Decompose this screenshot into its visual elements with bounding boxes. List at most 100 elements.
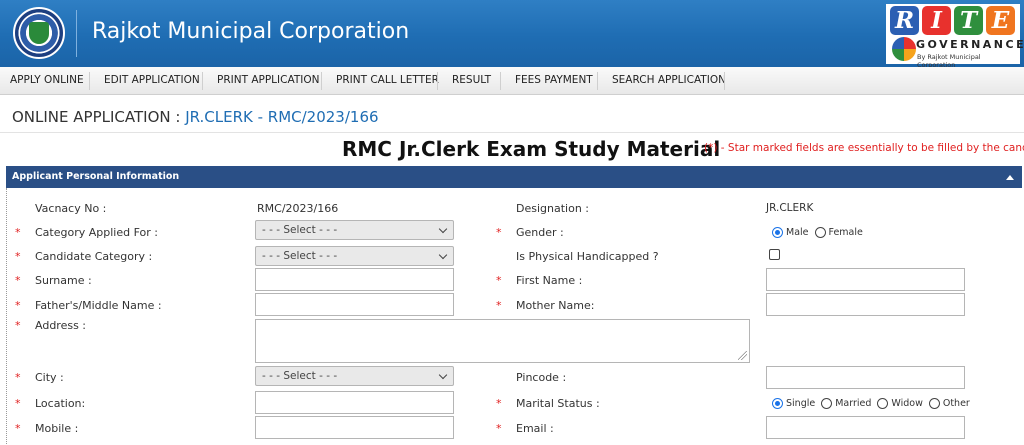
rmc-emblem-icon [13, 7, 65, 59]
nav-search-application[interactable]: SEARCH APPLICATION [612, 67, 726, 95]
city-value: - - - Select - - - [262, 370, 338, 382]
vacancy-label: Vacnacy No : [35, 202, 107, 215]
mobile-input[interactable] [255, 416, 454, 439]
personal-info-panel-header[interactable]: Applicant Personal Information [6, 166, 1022, 188]
address-label: Address : [35, 319, 87, 332]
rite-letter-e: E [986, 6, 1015, 35]
gender-female-radio[interactable] [814, 226, 826, 238]
nav-divider [321, 72, 322, 90]
chevron-down-icon [438, 250, 448, 260]
surname-input[interactable] [255, 268, 454, 291]
required-star: * [496, 274, 502, 287]
nav-divider [437, 72, 438, 90]
category-applied-label: Category Applied For : [35, 226, 158, 239]
rite-letters: R I T E [888, 6, 1018, 36]
email-input[interactable] [766, 416, 965, 439]
marital-widow-radio[interactable] [877, 397, 889, 409]
handicapped-checkbox[interactable] [769, 249, 780, 260]
mother-name-input[interactable] [766, 293, 965, 316]
required-star: * [15, 299, 21, 312]
category-applied-select[interactable]: - - - Select - - - [255, 220, 454, 240]
nav-result[interactable]: RESULT [452, 67, 491, 95]
first-name-label: First Name : [516, 274, 583, 287]
nav-divider [724, 72, 725, 90]
app-title: Rajkot Municipal Corporation [92, 19, 410, 44]
resize-grip-icon[interactable] [738, 351, 747, 360]
chevron-down-icon [438, 370, 448, 380]
nav-divider [597, 72, 598, 90]
nav-divider [89, 72, 90, 90]
mother-name-label: Mother Name: [516, 299, 595, 312]
rite-letter-r: R [890, 6, 919, 35]
handicapped-label: Is Physical Handicapped ? [516, 250, 659, 263]
marital-status-radio-group: Single Married Widow Other [772, 396, 976, 410]
required-star: * [496, 422, 502, 435]
required-star: * [15, 226, 21, 239]
candidate-category-value: - - - Select - - - [262, 250, 338, 262]
city-label: City : [35, 371, 64, 384]
panel-title: Applicant Personal Information [12, 171, 180, 182]
vacancy-value: RMC/2023/166 [257, 202, 339, 215]
required-star: * [496, 226, 502, 239]
address-textarea[interactable] [255, 319, 750, 363]
location-label: Location: [35, 397, 86, 410]
pincode-input[interactable] [766, 366, 965, 389]
study-material-link[interactable]: RMC Jr.Clerk Exam Study Material [342, 137, 720, 161]
required-star: * [15, 274, 21, 287]
father-name-label: Father's/Middle Name : [35, 299, 162, 312]
page-title-prefix: ONLINE APPLICATION : [12, 108, 186, 126]
designation-label: Designation : [516, 202, 589, 215]
marital-other-label[interactable]: Other [943, 398, 970, 409]
marital-married-radio[interactable] [821, 397, 833, 409]
gender-male-radio[interactable] [772, 226, 783, 238]
nav-fees-payment[interactable]: FEES PAYMENT [515, 67, 593, 95]
nav-edit-application[interactable]: EDIT APPLICATION [104, 67, 200, 95]
page-title-vacancy-link[interactable]: JR.CLERK - RMC/2023/166 [185, 108, 378, 126]
marital-status-label: Marital Status : [516, 397, 600, 410]
app-header: Rajkot Municipal Corporation R I T E GOV… [0, 0, 1024, 69]
surname-label: Surname : [35, 274, 92, 287]
required-star: * [15, 250, 21, 263]
mobile-label: Mobile : [35, 422, 79, 435]
gender-radio-group: Male Female [772, 225, 869, 239]
nav-divider [202, 72, 203, 90]
governance-globe-icon [892, 37, 916, 61]
required-star: * [15, 319, 21, 332]
rite-governance-logo: R I T E GOVERNANCE By Rajkot Municipal C… [886, 4, 1024, 69]
required-fields-note: (*) - Star marked fields are essentially… [704, 142, 1024, 154]
candidate-category-label: Candidate Category : [35, 250, 153, 263]
page-title: ONLINE APPLICATION : JR.CLERK - RMC/2023… [12, 108, 379, 126]
marital-single-radio[interactable] [772, 397, 783, 409]
first-name-input[interactable] [766, 268, 965, 291]
required-star: * [496, 397, 502, 410]
gender-female-label[interactable]: Female [829, 227, 863, 238]
email-label: Email : [516, 422, 554, 435]
header-divider [76, 10, 77, 57]
nav-print-application[interactable]: PRINT APPLICATION [217, 67, 319, 95]
rite-letter-i: I [922, 6, 951, 35]
main-nav: APPLY ONLINE EDIT APPLICATION PRINT APPL… [0, 67, 1024, 95]
required-star: * [496, 299, 502, 312]
gender-male-label[interactable]: Male [786, 227, 809, 238]
required-star: * [15, 397, 21, 410]
rite-letter-t: T [954, 6, 983, 35]
marital-single-label[interactable]: Single [786, 398, 815, 409]
required-star: * [15, 422, 21, 435]
nav-apply-online[interactable]: APPLY ONLINE [10, 67, 84, 95]
city-select[interactable]: - - - Select - - - [255, 366, 454, 386]
chevron-down-icon [438, 224, 448, 234]
marital-widow-label[interactable]: Widow [891, 398, 922, 409]
category-applied-value: - - - Select - - - [262, 224, 338, 236]
caret-up-icon[interactable] [1006, 175, 1014, 180]
required-star: * [15, 371, 21, 384]
marital-other-radio[interactable] [928, 397, 940, 409]
location-input[interactable] [255, 391, 454, 414]
marital-married-label[interactable]: Married [835, 398, 871, 409]
candidate-category-select[interactable]: - - - Select - - - [255, 246, 454, 266]
heading-divider [0, 132, 1024, 133]
nav-print-call-letter[interactable]: PRINT CALL LETTER [336, 67, 439, 95]
pincode-label: Pincode : [516, 371, 567, 384]
nav-divider [500, 72, 501, 90]
father-name-input[interactable] [255, 293, 454, 316]
governance-text: GOVERNANCE [916, 38, 1024, 51]
